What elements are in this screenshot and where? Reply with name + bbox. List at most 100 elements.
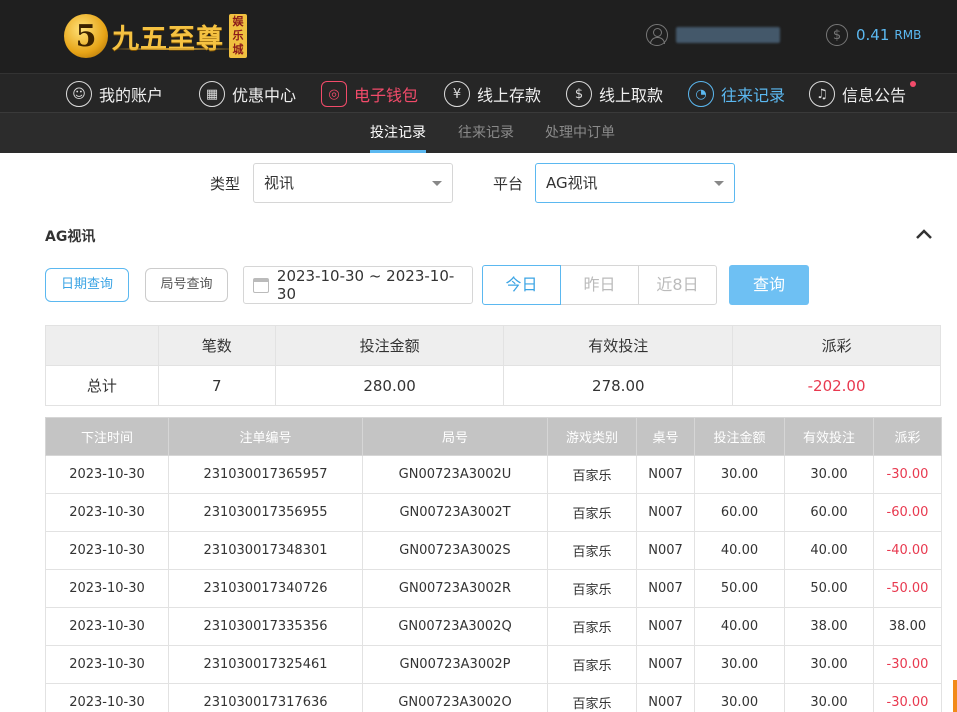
table-cell: N007 [636,569,695,608]
table-cell: N007 [636,531,695,570]
chevron-up-icon[interactable] [914,226,934,242]
table-cell: 百家乐 [547,531,637,570]
section-title: AG视讯 [45,229,96,245]
nav-announcements[interactable]: ♫ 信息公告 [809,79,917,109]
table-cell: 30.00 [784,645,874,684]
user-icon: ☺ [66,81,92,107]
logo-badge: 5 [64,14,108,58]
table-cell: GN00723A3002O [362,683,548,712]
table-cell: 百家乐 [547,645,637,684]
nav-label: 优惠中心 [232,86,297,105]
table-cell: GN00723A3002U [362,455,548,494]
table-row: 2023-10-30 231030017317636 GN00723A3002O 百家… [45,683,942,712]
records-icon: ◔ [688,81,714,107]
summary-header: 笔数 [157,325,276,366]
scrollbar-thumb[interactable] [953,680,957,712]
summary-cell: -202.00 [732,365,941,406]
table-cell: 231030017348301 [168,531,363,570]
quick-last8days-button[interactable]: 近8日 [638,265,717,305]
platform-label: 平台 [493,175,524,193]
search-button[interactable]: 查询 [729,265,809,305]
bell-icon: ♫ [809,81,835,107]
summary-header: 投注金额 [274,325,505,366]
notification-dot [910,81,917,87]
column-header: 下注时间 [45,417,169,456]
table-cell: 2023-10-30 [45,531,169,570]
table-row: 2023-10-30 231030017365957 GN00723A3002U 百家… [45,455,942,494]
nav-records[interactable]: ◔ 往来记录 [688,79,785,109]
summary-cell: 7 [157,365,276,406]
balance-currency: RMB [894,28,922,42]
date-query-button[interactable]: 日期查询 [45,268,129,302]
table-cell: 38.00 [784,607,874,646]
summary-header: 有效投注 [503,325,734,366]
quick-today-button[interactable]: 今日 [482,265,561,305]
nav-promotions[interactable]: ▦ 优惠中心 [199,79,296,109]
nav-label: 我的账户 [99,86,164,105]
table-cell: 231030017365957 [168,455,363,494]
nav-deposit[interactable]: ¥ 线上存款 [444,79,541,109]
nav-label: 信息公告 [842,86,907,105]
table-cell: 2023-10-30 [45,455,169,494]
summary-table: 笔数 投注金额 有效投注 派彩 总计 7 280.00 278.00 -202.… [45,325,941,406]
column-header: 局号 [362,417,548,456]
tab-bet-records[interactable]: 投注记录 [370,113,426,153]
table-cell: -30.00 [873,683,942,712]
bet-records-table: 下注时间 注单编号 局号 游戏类别 桌号 投注金额 有效投注 派彩 2023-1… [45,417,942,712]
nav-label: 往来记录 [721,86,786,105]
chevron-down-icon [432,181,442,186]
summary-total-row: 总计 7 280.00 278.00 -202.00 [45,365,941,406]
table-cell: 2023-10-30 [45,493,169,532]
table-cell: 30.00 [694,455,785,494]
table-body: 2023-10-30 231030017365957 GN00723A3002U 百家… [45,455,942,712]
summary-cell: 280.00 [274,365,505,406]
user-info[interactable] [646,24,780,46]
table-cell: 231030017325461 [168,645,363,684]
table-cell: GN00723A3002Q [362,607,548,646]
nav-label: 线上取款 [599,86,664,105]
table-cell: 231030017340726 [168,569,363,608]
table-cell: GN00723A3002S [362,531,548,570]
quick-date-group: 今日 昨日 近8日 [482,265,720,305]
chevron-down-icon [714,181,724,186]
wallet-icon: ◎ [321,81,347,107]
table-cell: N007 [636,683,695,712]
nav-e-wallet[interactable]: ◎ 电子钱包 [321,79,418,109]
summary-header [45,325,159,366]
table-row: 2023-10-30 231030017335356 GN00723A3002Q 百家… [45,607,942,646]
column-header: 注单编号 [168,417,363,456]
brand-tag: 娱 乐 城 [229,14,247,58]
date-range-picker[interactable]: 2023-10-30 ~ 2023-10-30 [243,266,473,304]
table-cell: 百家乐 [547,569,637,608]
table-cell: 50.00 [694,569,785,608]
dollar-icon: $ [826,24,848,46]
table-cell: 30.00 [694,683,785,712]
table-cell: 2023-10-30 [45,607,169,646]
table-row: 2023-10-30 231030017340726 GN00723A3002R 百家… [45,569,942,608]
table-cell: -50.00 [873,569,942,608]
quick-yesterday-button[interactable]: 昨日 [560,265,639,305]
table-cell: 30.00 [784,455,874,494]
round-query-button[interactable]: 局号查询 [145,268,228,302]
table-cell: 30.00 [694,645,785,684]
brand-logo[interactable]: 5 九五至尊 娱 乐 城 [64,10,247,62]
table-cell: GN00723A3002P [362,645,548,684]
type-select[interactable]: 视讯 [253,163,453,203]
platform-select[interactable]: AG视讯 [535,163,735,203]
nav-withdraw[interactable]: $ 线上取款 [566,79,663,109]
type-select-value: 视讯 [264,174,295,192]
table-cell: 40.00 [784,531,874,570]
table-cell: 40.00 [694,607,785,646]
nav-my-account[interactable]: ☺ 我的账户 [66,79,163,109]
tab-pending-orders[interactable]: 处理中订单 [545,113,615,153]
table-cell: -30.00 [873,645,942,684]
table-cell: 40.00 [694,531,785,570]
table-cell: 231030017317636 [168,683,363,712]
table-cell: 60.00 [784,493,874,532]
table-cell: 百家乐 [547,493,637,532]
table-cell: 2023-10-30 [45,645,169,684]
table-cell: 30.00 [784,683,874,712]
table-cell: 60.00 [694,493,785,532]
tab-transaction-records[interactable]: 往来记录 [458,113,514,153]
table-cell: 百家乐 [547,683,637,712]
